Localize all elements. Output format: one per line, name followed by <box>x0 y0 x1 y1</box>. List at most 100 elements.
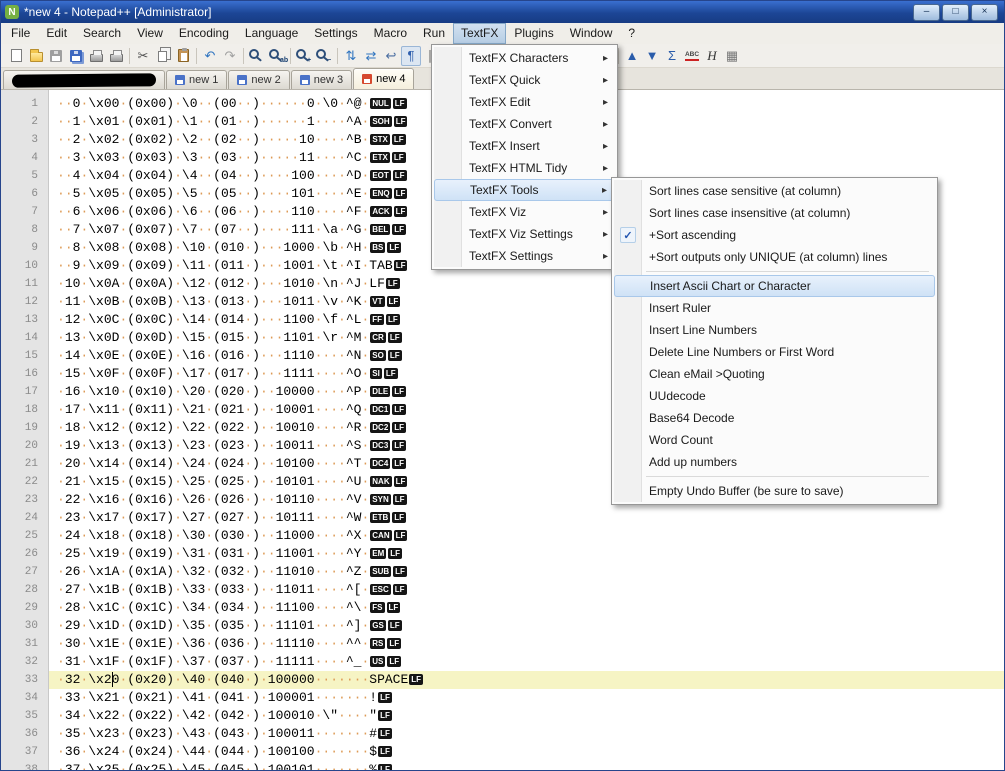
menu-item-textfx-tools[interactable]: TextFX Tools▸ <box>434 179 615 201</box>
save-file-button[interactable] <box>46 46 66 66</box>
line-number[interactable]: 13 <box>1 311 49 329</box>
line-number[interactable]: 29 <box>1 599 49 617</box>
menu-file[interactable]: File <box>3 23 38 44</box>
menu-edit[interactable]: Edit <box>38 23 75 44</box>
editor-line[interactable]: 26·25·\x19·(0x19)·\31·(031·)··11001····^… <box>1 545 1004 563</box>
copy-button[interactable] <box>153 46 173 66</box>
line-number[interactable]: 27 <box>1 563 49 581</box>
line-number[interactable]: 12 <box>1 293 49 311</box>
line-number[interactable]: 20 <box>1 437 49 455</box>
tab-new-3[interactable]: new 3 <box>291 70 352 89</box>
tab-new-2[interactable]: new 2 <box>228 70 289 89</box>
line-number[interactable]: 34 <box>1 689 49 707</box>
editor-line[interactable]: 28·27·\x1B·(0x1B)·\33·(033·)··11011····^… <box>1 581 1004 599</box>
menu-item-add-up-numbers[interactable]: Add up numbers <box>614 451 935 473</box>
line-number[interactable]: 8 <box>1 221 49 239</box>
menu-item-insert-line-numbers[interactable]: Insert Line Numbers <box>614 319 935 341</box>
menu-language[interactable]: Language <box>237 23 306 44</box>
menu-item-textfx-edit[interactable]: TextFX Edit▸ <box>434 91 615 113</box>
print-button[interactable] <box>86 46 106 66</box>
menu-item-uudecode[interactable]: UUdecode <box>614 385 935 407</box>
menu-item-textfx-insert[interactable]: TextFX Insert▸ <box>434 135 615 157</box>
menu-item-sort-lines-case-sensitive-at-column[interactable]: Sort lines case sensitive (at column) <box>614 180 935 202</box>
editor-line[interactable]: 36·35·\x23·(0x23)·\43·(043·)·100011·····… <box>1 725 1004 743</box>
menu-item-clean-email-quoting[interactable]: Clean eMail >Quoting <box>614 363 935 385</box>
line-number[interactable]: 19 <box>1 419 49 437</box>
line-number[interactable]: 32 <box>1 653 49 671</box>
editor-line[interactable]: 35·34·\x22·(0x22)·\42·(042·)·100010·\"··… <box>1 707 1004 725</box>
line-number[interactable]: 14 <box>1 329 49 347</box>
line-number[interactable]: 5 <box>1 167 49 185</box>
html-tools-button[interactable]: H <box>702 46 722 66</box>
menu-item[interactable]: ? <box>620 23 643 44</box>
menu-item-delete-line-numbers-or-first-word[interactable]: Delete Line Numbers or First Word <box>614 341 935 363</box>
undo-button[interactable]: ↶ <box>200 46 220 66</box>
menu-macro[interactable]: Macro <box>366 23 415 44</box>
menu-item-base64-decode[interactable]: Base64 Decode <box>614 407 935 429</box>
spell-check-button[interactable]: ABC <box>682 46 702 66</box>
menu-item-textfx-characters[interactable]: TextFX Characters▸ <box>434 47 615 69</box>
editor-line[interactable]: 33·32·\x20·(0x20)·\40·(040·)·100000·····… <box>1 671 1004 689</box>
line-number[interactable]: 21 <box>1 455 49 473</box>
line-number[interactable]: 2 <box>1 113 49 131</box>
tab-new-1[interactable]: new 1 <box>166 70 227 89</box>
menu-view[interactable]: View <box>129 23 171 44</box>
find-button[interactable] <box>247 46 267 66</box>
new-file-button[interactable] <box>6 46 26 66</box>
sort-ascending-button[interactable]: ▲ <box>622 46 642 66</box>
line-number[interactable]: 36 <box>1 725 49 743</box>
line-number[interactable]: 1 <box>1 95 49 113</box>
menu-run[interactable]: Run <box>415 23 453 44</box>
minimize-button[interactable]: – <box>913 4 940 21</box>
zoom-out-button[interactable]: − <box>314 46 334 66</box>
editor-line[interactable]: 34·33·\x21·(0x21)·\41·(041·)·100001·····… <box>1 689 1004 707</box>
print-now-button[interactable] <box>106 46 126 66</box>
editor-line[interactable]: 31·30·\x1E·(0x1E)·\36·(036·)··11110····^… <box>1 635 1004 653</box>
menu-item-sort-outputs-only-unique-at-column-lines[interactable]: +Sort outputs only UNIQUE (at column) li… <box>614 246 935 268</box>
line-number[interactable]: 7 <box>1 203 49 221</box>
save-all-button[interactable] <box>66 46 86 66</box>
zoom-in-button[interactable]: + <box>294 46 314 66</box>
line-number[interactable]: 26 <box>1 545 49 563</box>
line-number[interactable]: 17 <box>1 383 49 401</box>
open-file-button[interactable] <box>26 46 46 66</box>
menu-item-textfx-settings[interactable]: TextFX Settings▸ <box>434 245 615 267</box>
editor-line[interactable]: 29·28·\x1C·(0x1C)·\34·(034·)··11100····^… <box>1 599 1004 617</box>
line-number[interactable]: 6 <box>1 185 49 203</box>
menu-item-sort-ascending[interactable]: ✓+Sort ascending <box>614 224 935 246</box>
sync-horizontal-scroll-button[interactable]: ⇄ <box>361 46 381 66</box>
word-wrap-button[interactable]: ↩ <box>381 46 401 66</box>
line-number[interactable]: 9 <box>1 239 49 257</box>
line-number[interactable]: 33 <box>1 671 49 689</box>
sync-vertical-scroll-button[interactable]: ⇅ <box>341 46 361 66</box>
tab-redacted[interactable] <box>3 70 165 89</box>
line-number[interactable]: 31 <box>1 635 49 653</box>
menu-item-insert-ruler[interactable]: Insert Ruler <box>614 297 935 319</box>
editor-line[interactable]: 38·37·\x25·(0x25)·\45·(045·)·100101·····… <box>1 761 1004 770</box>
menu-item-textfx-convert[interactable]: TextFX Convert▸ <box>434 113 615 135</box>
line-number[interactable]: 4 <box>1 149 49 167</box>
editor-line[interactable]: 24·23·\x17·(0x17)·\27·(027·)··10111····^… <box>1 509 1004 527</box>
show-all-characters-button[interactable]: ¶ <box>401 46 421 66</box>
line-number[interactable]: 15 <box>1 347 49 365</box>
line-number[interactable]: 11 <box>1 275 49 293</box>
line-number[interactable]: 37 <box>1 743 49 761</box>
tab-new-4[interactable]: new 4 <box>353 68 414 89</box>
line-number[interactable]: 18 <box>1 401 49 419</box>
menu-settings[interactable]: Settings <box>306 23 365 44</box>
redo-button[interactable]: ↷ <box>220 46 240 66</box>
editor-line[interactable]: 37·36·\x24·(0x24)·\44·(044·)·100100·····… <box>1 743 1004 761</box>
close-button[interactable]: × <box>971 4 998 21</box>
line-number[interactable]: 35 <box>1 707 49 725</box>
editor-line[interactable]: 25·24·\x18·(0x18)·\30·(030·)··11000····^… <box>1 527 1004 545</box>
paste-button[interactable] <box>173 46 193 66</box>
menu-item-textfx-quick[interactable]: TextFX Quick▸ <box>434 69 615 91</box>
line-number[interactable]: 28 <box>1 581 49 599</box>
editor-line[interactable]: 30·29·\x1D·(0x1D)·\35·(035·)··11101····^… <box>1 617 1004 635</box>
menu-item-textfx-viz[interactable]: TextFX Viz▸ <box>434 201 615 223</box>
line-number[interactable]: 3 <box>1 131 49 149</box>
menu-item-empty-undo-buffer-be-sure-to-save[interactable]: Empty Undo Buffer (be sure to save) <box>614 480 935 502</box>
menu-window[interactable]: Window <box>562 23 621 44</box>
cut-button[interactable]: ✂ <box>133 46 153 66</box>
sort-descending-button[interactable]: ▼ <box>642 46 662 66</box>
